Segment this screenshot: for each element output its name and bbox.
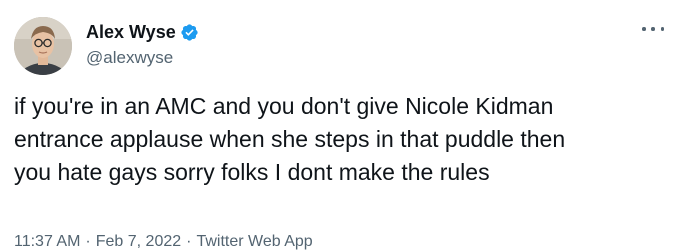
tweet-text: if you're in an AMC and you don't give N… xyxy=(14,90,674,189)
verified-badge-icon xyxy=(180,23,199,42)
display-name[interactable]: Alex Wyse xyxy=(86,21,176,43)
name-row: Alex Wyse xyxy=(86,21,199,43)
tweet-card: Alex Wyse @alexwyse if you're in an AMC … xyxy=(0,0,680,252)
dot xyxy=(642,27,646,31)
tweet-time[interactable]: 11:37 AM xyxy=(14,233,80,250)
meta-separator: · xyxy=(85,233,91,250)
user-handle[interactable]: @alexwyse xyxy=(86,47,199,69)
tweet-text-line: if you're in an AMC and you don't give N… xyxy=(14,93,554,119)
meta-separator: · xyxy=(186,233,192,250)
tweet-source[interactable]: Twitter Web App xyxy=(196,233,312,250)
tweet-text-line: you hate gays sorry folks I dont make th… xyxy=(14,159,490,185)
tweet-date[interactable]: Feb 7, 2022 xyxy=(96,233,181,250)
dot xyxy=(651,27,655,31)
more-options-icon[interactable] xyxy=(642,22,664,36)
dot xyxy=(660,27,664,31)
author-info: Alex Wyse @alexwyse xyxy=(86,21,199,69)
avatar-image xyxy=(14,17,72,75)
tweet-meta: 11:37 AM · Feb 7, 2022 · Twitter Web App xyxy=(14,232,313,252)
tweet-text-line: entrance applause when she steps in that… xyxy=(14,126,566,152)
avatar[interactable] xyxy=(14,17,72,75)
